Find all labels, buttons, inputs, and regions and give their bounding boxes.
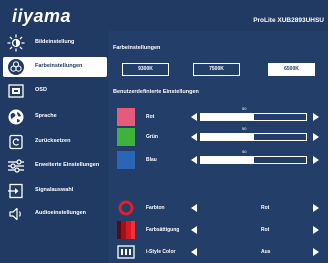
sidebar-item-label: Signalauswahl bbox=[35, 187, 74, 193]
green-swatch-icon bbox=[117, 128, 135, 146]
osd-menu: iiyama ProLite XUB2893UHSU Bildeinstellu… bbox=[0, 0, 328, 263]
temp-6500k-button[interactable]: 6500K bbox=[268, 63, 315, 76]
user-settings-title: Benutzerdefinierte Einstellungen bbox=[113, 89, 199, 95]
red-decrease-icon[interactable] bbox=[191, 113, 197, 121]
reset-icon bbox=[9, 134, 23, 150]
farbsaettigung-row: Farbsättigung Rot bbox=[117, 221, 320, 239]
sidebar-item-label: Zurücksetzen bbox=[35, 138, 71, 144]
red-swatch-icon bbox=[117, 108, 135, 126]
farbsaettigung-label: Farbsättigung bbox=[146, 227, 180, 233]
slider-fill bbox=[201, 134, 254, 140]
green-value: 50 bbox=[242, 126, 247, 131]
blue-swatch-icon bbox=[117, 151, 135, 169]
sidebar-item-label: Farbeinstellungen bbox=[35, 63, 83, 69]
farbton-label: Farbton bbox=[146, 205, 165, 211]
hue-ring-icon bbox=[118, 200, 134, 216]
brand-logo: iiyama bbox=[12, 6, 72, 26]
green-slider[interactable] bbox=[200, 133, 307, 141]
rgb-row-blue: Blau 50 bbox=[117, 149, 320, 169]
sidebar-item-audioeinstellungen[interactable]: Audioeinstellungen bbox=[3, 204, 107, 224]
temp-7500k-button[interactable]: 7500K bbox=[193, 63, 240, 76]
farbton-row: Farbton Rot bbox=[117, 199, 320, 217]
green-decrease-icon[interactable] bbox=[191, 133, 197, 141]
farbsaettigung-increase-icon[interactable] bbox=[313, 226, 319, 234]
blue-slider[interactable] bbox=[200, 156, 307, 164]
sidebar-item-label: Bildeinstellung bbox=[35, 39, 75, 45]
red-increase-icon[interactable] bbox=[313, 113, 319, 121]
farbsaettigung-value: Rot bbox=[261, 227, 270, 233]
slider-fill bbox=[201, 114, 254, 120]
sidebar-item-osd[interactable]: OSD bbox=[3, 81, 107, 101]
sidebar-item-bildeinstellung[interactable]: Bildeinstellung bbox=[3, 33, 107, 53]
blue-label: Blau bbox=[146, 157, 157, 163]
sidebar-item-signalauswahl[interactable]: Signalauswahl bbox=[3, 181, 107, 201]
sidebar-item-label: OSD bbox=[35, 87, 47, 93]
sidebar: Bildeinstellung Farbeinstellungen OSD Sp… bbox=[0, 31, 107, 263]
red-label: Rot bbox=[146, 114, 155, 120]
osd-icon bbox=[8, 84, 24, 98]
header: iiyama ProLite XUB2893UHSU bbox=[0, 0, 328, 31]
sidebar-item-zuruecksetzen[interactable]: Zurücksetzen bbox=[3, 132, 107, 152]
color-temperature-title: Farbeinstellungen bbox=[113, 45, 161, 51]
saturation-icon bbox=[117, 221, 135, 239]
farbton-value: Rot bbox=[261, 205, 270, 211]
sliders-icon bbox=[8, 159, 24, 173]
sidebar-item-erweiterte-einstellungen[interactable]: Erweiterte Einstellungen bbox=[3, 156, 107, 176]
istyle-color-row: i-Style Color Aus bbox=[117, 243, 320, 261]
red-value: 50 bbox=[242, 106, 247, 111]
input-icon bbox=[8, 183, 23, 199]
green-increase-icon[interactable] bbox=[313, 133, 319, 141]
globe-icon bbox=[8, 109, 24, 125]
sidebar-item-label: Sprache bbox=[35, 113, 57, 119]
green-label: Grün bbox=[146, 134, 158, 140]
istyle-color-label: i-Style Color bbox=[146, 249, 176, 255]
speaker-icon bbox=[9, 207, 21, 221]
model-name: ProLite XUB2893UHSU bbox=[253, 17, 324, 24]
sidebar-item-farbeinstellungen[interactable]: Farbeinstellungen bbox=[3, 57, 107, 77]
blue-decrease-icon[interactable] bbox=[191, 156, 197, 164]
slider-fill bbox=[201, 157, 254, 163]
rgb-row-green: Grün 50 bbox=[117, 126, 320, 146]
red-slider[interactable] bbox=[200, 113, 307, 121]
istyle-color-value: Aus bbox=[261, 249, 271, 255]
istyle-decrease-icon[interactable] bbox=[191, 248, 197, 256]
sidebar-item-label: Erweiterte Einstellungen bbox=[35, 162, 100, 168]
blue-value: 50 bbox=[242, 149, 247, 154]
farbton-decrease-icon[interactable] bbox=[191, 204, 197, 212]
sidebar-item-label: Audioeinstellungen bbox=[35, 210, 87, 216]
brightness-icon bbox=[7, 34, 25, 52]
temp-9300k-button[interactable]: 9300K bbox=[122, 63, 169, 76]
istyle-icon bbox=[117, 245, 135, 259]
istyle-increase-icon[interactable] bbox=[313, 248, 319, 256]
blue-increase-icon[interactable] bbox=[313, 156, 319, 164]
rgb-row-red: Rot 50 bbox=[117, 106, 320, 126]
farbton-increase-icon[interactable] bbox=[313, 204, 319, 212]
farbsaettigung-decrease-icon[interactable] bbox=[191, 226, 197, 234]
sidebar-item-sprache[interactable]: Sprache bbox=[3, 107, 107, 127]
color-wheel-icon bbox=[8, 59, 24, 75]
